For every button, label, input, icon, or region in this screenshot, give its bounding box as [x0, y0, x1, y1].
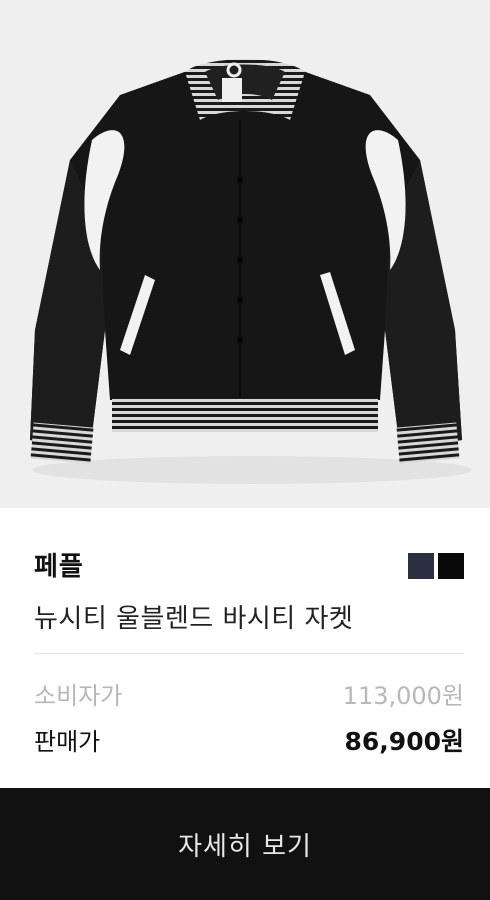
retail-price-label: 소비자가 — [34, 682, 123, 710]
view-details-button[interactable]: 자세히 보기 — [0, 788, 490, 900]
color-swatches — [408, 553, 464, 579]
sale-price-value: 86,900원 — [344, 727, 464, 756]
sale-price-label: 판매가 — [34, 728, 101, 756]
divider — [34, 653, 464, 654]
swatch-black[interactable] — [438, 553, 464, 579]
product-card: 페플 뉴시티 울블렌드 바시티 자켓 소비자가 113,000원 판매가 86,… — [0, 0, 490, 900]
jacket-illustration — [30, 59, 472, 484]
product-image[interactable] — [0, 0, 490, 508]
retail-price-value: 113,000원 — [342, 682, 464, 710]
product-name[interactable]: 뉴시티 울블렌드 바시티 자켓 — [34, 598, 353, 635]
sale-price-row: 판매가 86,900원 — [34, 722, 464, 756]
brand-name[interactable]: 페플 — [34, 546, 84, 583]
retail-price-row: 소비자가 113,000원 — [34, 676, 464, 710]
swatch-navy[interactable] — [408, 553, 434, 579]
